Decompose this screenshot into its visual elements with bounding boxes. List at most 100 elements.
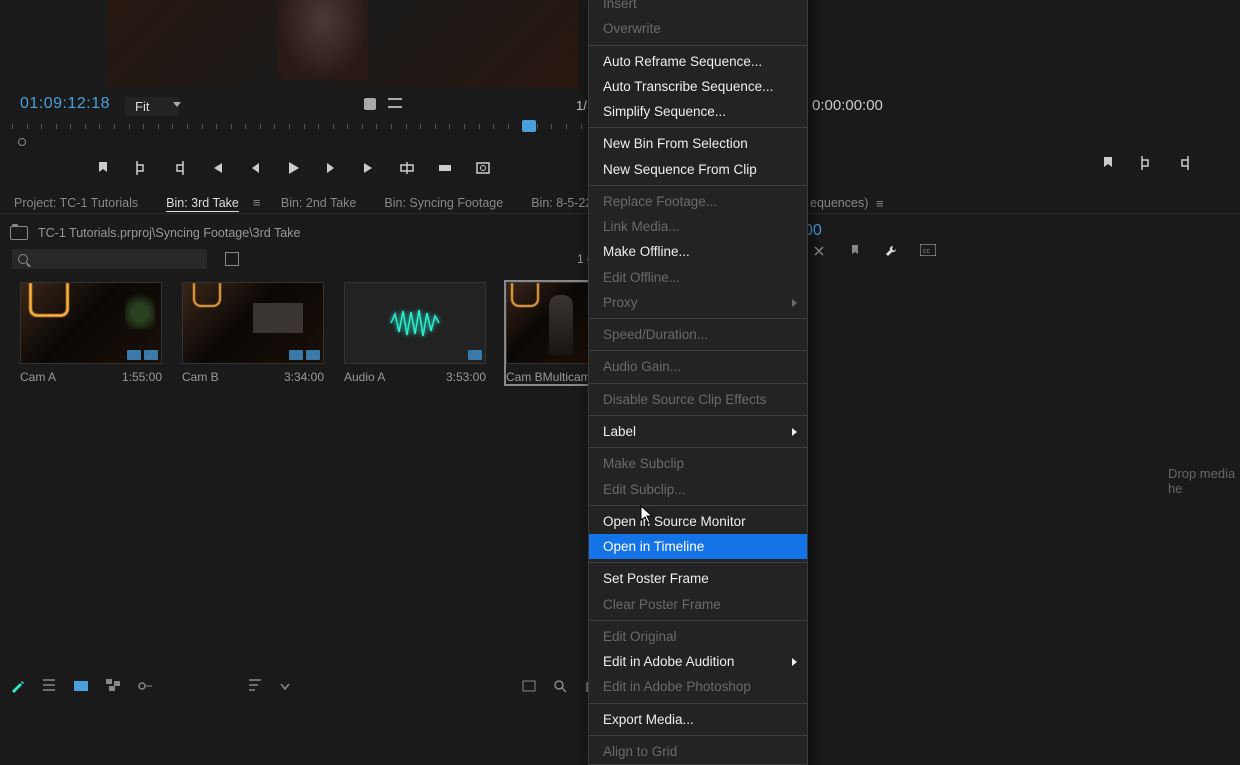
menu-item-auto-transcribe-sequence[interactable]: Auto Transcribe Sequence... — [589, 74, 807, 99]
step-forward-icon[interactable] — [323, 160, 339, 176]
captions-icon[interactable]: cc — [920, 244, 934, 258]
bin-icon[interactable] — [10, 226, 28, 240]
hd-badge-icon — [144, 350, 158, 360]
marker-icon[interactable] — [1100, 155, 1116, 171]
clip-cam-a[interactable]: Cam A1:55:00 — [20, 282, 162, 384]
clip-thumbnail[interactable] — [506, 282, 591, 364]
timeline-tab[interactable]: equences) — [810, 196, 868, 210]
source-monitor-preview — [108, 0, 578, 88]
overwrite-icon[interactable] — [437, 160, 453, 176]
snap-icon[interactable] — [812, 244, 826, 258]
auto-icon[interactable] — [522, 680, 536, 694]
menu-item-edit-subclip: Edit Subclip... — [589, 477, 807, 502]
clip-name: Cam BMulticam — [506, 370, 591, 384]
menu-item-link-media: Link Media... — [589, 214, 807, 239]
go-to-in-icon[interactable] — [209, 160, 225, 176]
list-view-icon[interactable] — [42, 679, 56, 693]
range-handle-icon[interactable] — [18, 138, 26, 146]
freeform-view-icon[interactable] — [106, 679, 120, 693]
clip-thumbnail[interactable] — [20, 282, 162, 364]
mark-in-icon[interactable] — [133, 160, 149, 176]
sort-icon[interactable] — [248, 679, 262, 693]
source-timecode[interactable]: 01:09:12:18 — [20, 95, 110, 113]
menu-item-edit-in-adobe-photoshop: Edit in Adobe Photoshop — [589, 674, 807, 699]
menu-separator — [589, 703, 807, 704]
marker-add-icon[interactable] — [848, 244, 862, 258]
step-back-icon[interactable] — [247, 160, 263, 176]
breadcrumb-row: TC-1 Tutorials.prproj\Syncing Footage\3r… — [10, 222, 610, 244]
clip-multicam[interactable]: Cam BMulticam — [506, 282, 591, 384]
menu-item-edit-in-adobe-audition[interactable]: Edit in Adobe Audition — [589, 649, 807, 674]
mark-out-icon[interactable] — [171, 160, 187, 176]
menu-item-speed-duration: Speed/Duration... — [589, 322, 807, 347]
hd-badge-icon — [306, 350, 320, 360]
menu-item-export-media[interactable]: Export Media... — [589, 707, 807, 732]
clip-cam-b[interactable]: Cam B3:34:00 — [182, 282, 324, 384]
menu-item-open-in-timeline[interactable]: Open in Timeline — [589, 534, 807, 559]
zoom-fit-dropdown[interactable]: Fit — [125, 97, 179, 116]
comparison-icon[interactable] — [388, 98, 402, 108]
mark-out-icon[interactable] — [1176, 155, 1192, 171]
menu-item-label[interactable]: Label — [589, 419, 807, 444]
tab-project[interactable]: Project: TC-1 Tutorials — [0, 193, 152, 213]
clip-thumbnail[interactable] — [344, 282, 486, 364]
zoom-slider-icon[interactable] — [138, 679, 152, 693]
menu-item-simplify-sequence[interactable]: Simplify Sequence... — [589, 99, 807, 124]
menu-item-set-poster-frame[interactable]: Set Poster Frame — [589, 566, 807, 591]
view-toggle-icon[interactable] — [225, 252, 239, 266]
clip-duration: 3:53:00 — [446, 370, 486, 384]
marker-icon[interactable] — [95, 160, 111, 176]
plant-graphic-icon — [125, 289, 155, 329]
menu-item-audio-gain: Audio Gain... — [589, 354, 807, 379]
chevron-down-icon[interactable] — [280, 679, 294, 693]
panel-menu-icon[interactable]: ≡ — [253, 195, 267, 210]
menu-item-align-to-grid: Align to Grid — [589, 739, 807, 764]
context-menu: InsertOverwriteAuto Reframe Sequence...A… — [588, 0, 808, 765]
tab-bin-3rd-take[interactable]: Bin: 3rd Take — [152, 193, 253, 213]
audio-badge-icon — [289, 350, 303, 360]
menu-item-open-in-source-monitor[interactable]: Open in Source Monitor — [589, 509, 807, 534]
breadcrumb[interactable]: TC-1 Tutorials.prproj\Syncing Footage\3r… — [38, 226, 300, 240]
pencil-icon[interactable] — [10, 679, 24, 693]
menu-separator — [589, 735, 807, 736]
tab-bin-2nd-take[interactable]: Bin: 2nd Take — [267, 193, 371, 213]
play-icon[interactable] — [285, 160, 301, 176]
clip-name: Audio A — [344, 370, 385, 384]
menu-item-new-bin-from-selection[interactable]: New Bin From Selection — [589, 131, 807, 156]
tab-bin-syncing[interactable]: Bin: Syncing Footage — [370, 193, 517, 213]
mark-in-icon[interactable] — [1138, 155, 1154, 171]
insert-icon[interactable] — [399, 160, 415, 176]
search-row: 1 of 4 — [12, 248, 607, 270]
go-to-out-icon[interactable] — [361, 160, 377, 176]
menu-item-make-offline[interactable]: Make Offline... — [589, 239, 807, 264]
menu-item-new-sequence-from-clip[interactable]: New Sequence From Clip — [589, 157, 807, 182]
waveform-icon — [345, 283, 485, 363]
clip-thumbnail[interactable] — [182, 282, 324, 364]
settings-icon[interactable] — [364, 98, 376, 110]
export-frame-icon[interactable] — [475, 160, 491, 176]
playback-resolution[interactable]: 1/ — [576, 98, 587, 113]
preview-image — [108, 0, 578, 88]
menu-item-disable-source-clip-effects: Disable Source Clip Effects — [589, 387, 807, 412]
menu-item-edit-original: Edit Original — [589, 624, 807, 649]
drop-media-hint: Drop media he — [1168, 466, 1240, 496]
menu-separator — [589, 505, 807, 506]
menu-item-clear-poster-frame: Clear Poster Frame — [589, 592, 807, 617]
audio-badge-icon — [127, 350, 141, 360]
clip-audio-a[interactable]: Audio A 3:53:00 — [344, 282, 486, 384]
playhead-icon[interactable] — [522, 120, 536, 132]
submenu-arrow-icon — [792, 428, 797, 436]
chevron-down-icon — [173, 102, 181, 107]
menu-separator — [589, 45, 807, 46]
program-timecode[interactable]: 0:00:00:00 — [812, 97, 883, 114]
menu-item-auto-reframe-sequence[interactable]: Auto Reframe Sequence... — [589, 49, 807, 74]
find-icon[interactable] — [554, 680, 568, 694]
icon-view-icon[interactable] — [74, 681, 88, 691]
wrench-icon[interactable] — [884, 244, 898, 258]
source-scrubber[interactable] — [12, 124, 582, 146]
timeline-menu-icon[interactable]: ≡ — [876, 196, 884, 211]
desk-graphic-icon — [253, 303, 303, 333]
menu-item-replace-footage: Replace Footage... — [589, 189, 807, 214]
menu-separator — [589, 185, 807, 186]
search-input[interactable] — [12, 249, 207, 269]
